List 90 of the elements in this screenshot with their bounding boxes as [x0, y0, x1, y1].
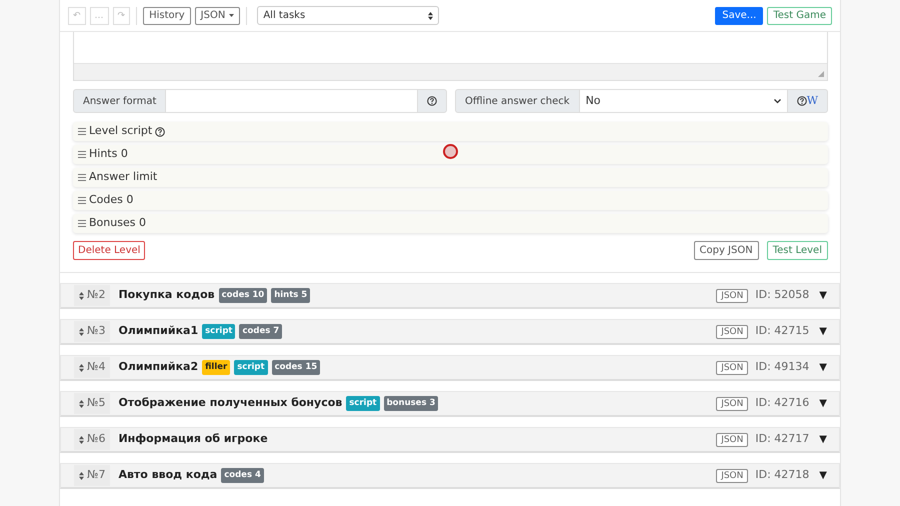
level-number-text: №5 [87, 395, 106, 412]
level-title: Авто ввод кода [118, 467, 218, 484]
delete-level-button[interactable]: Delete Level [73, 241, 146, 260]
level-row[interactable]: №7 Авто ввод кода codes 4 JSON ID: 42718 ▼ [60, 463, 840, 489]
copy-json-button[interactable]: Copy JSON [694, 241, 759, 260]
level-id: ID: 49134 [755, 359, 810, 376]
level-number-text: №6 [87, 431, 106, 448]
expand-toggle[interactable]: ▼ [819, 360, 827, 375]
tag: codes 15 [272, 360, 320, 375]
drag-handle-icon [78, 151, 86, 158]
tag: script [234, 360, 268, 375]
level-id: ID: 42715 [755, 323, 810, 340]
expand-toggle[interactable]: ▼ [819, 468, 827, 483]
level-row[interactable]: №6 Информация об игроке JSON ID: 42717 ▼ [60, 427, 840, 453]
level-title: Покупка кодов [118, 287, 215, 304]
section-header[interactable]: Codes 0 [73, 191, 828, 210]
sort-icon [79, 364, 84, 372]
section-header[interactable]: Bonuses 0 [73, 214, 828, 233]
level-number-text: №3 [87, 323, 106, 340]
json-button[interactable]: JSON [716, 324, 748, 338]
field-label: Offline answer check [455, 89, 580, 113]
tag: bonuses 3 [384, 396, 438, 411]
resize-handle-icon [818, 71, 824, 77]
select-value: All tasks [263, 9, 306, 23]
drag-handle-icon [78, 197, 86, 204]
level-title: Информация об игроке [118, 431, 268, 448]
tag: filler [202, 360, 230, 375]
json-button[interactable]: JSON [716, 468, 748, 482]
section-label: Hints 0 [89, 146, 128, 162]
save-button[interactable]: Save... [715, 6, 764, 24]
help-icon [155, 126, 166, 136]
json-button[interactable]: JSON [716, 288, 748, 302]
level-number-text: №7 [87, 467, 106, 484]
sort-icon [79, 472, 84, 480]
tag: codes 4 [221, 468, 264, 483]
expand-toggle[interactable]: ▼ [819, 324, 827, 339]
help-icon [427, 96, 437, 106]
section-label: Answer limit [89, 169, 158, 186]
level-id: ID: 42718 [755, 467, 810, 484]
select-value: No [586, 92, 601, 109]
level-number-text: №2 [87, 287, 106, 304]
chevron-icon [774, 98, 781, 104]
json-menu-button[interactable]: JSON [194, 6, 240, 24]
json-button[interactable]: JSON [716, 396, 748, 410]
task-filter-select[interactable]: All tasks [257, 6, 440, 25]
level-row[interactable]: №2 Покупка кодов codes 10 hints 5 JSON ID: 52058 ▼ [60, 283, 840, 309]
section-label: Codes 0 [89, 192, 134, 208]
expand-toggle[interactable]: ▼ [819, 288, 827, 303]
drag-handle-icon [78, 128, 86, 135]
expand-toggle[interactable]: ▼ [819, 396, 827, 411]
level-row[interactable]: №4 Олимпийка2 filler script codes 15 JSON ID: 49134 ▼ [60, 355, 840, 381]
expand-toggle[interactable]: ▼ [819, 432, 827, 447]
level-row[interactable]: №5 Отображение полученных бонусов script bonuses 3 JSON ID: 42716 ▼ [60, 391, 840, 417]
sort-icon [79, 436, 84, 444]
level-title: Олимпийка2 [118, 359, 198, 376]
sort-icon [79, 328, 84, 336]
drag-handle-icon [78, 220, 86, 227]
textarea-field[interactable] [73, 32, 828, 81]
tag: hints 5 [271, 288, 310, 303]
json-button[interactable]: JSON [716, 360, 748, 374]
section-header[interactable]: Answer limit [73, 168, 828, 187]
tag: script [202, 324, 236, 339]
level-number-text: №4 [87, 359, 106, 376]
caret-icon [229, 14, 234, 17]
drag-handle-icon [78, 174, 86, 181]
level-id: ID: 42716 [755, 395, 810, 412]
tag: script [346, 396, 380, 411]
section-header[interactable]: Level script [73, 122, 828, 141]
test-level-button[interactable]: Test Level [766, 241, 828, 260]
level-id: ID: 42717 [755, 431, 810, 448]
answer-format-field[interactable] [166, 89, 417, 113]
help-icon [796, 96, 807, 106]
section-label: Bonuses 0 [89, 215, 146, 232]
level-id: ID: 52058 [755, 287, 810, 304]
tag: codes 7 [239, 324, 282, 339]
sort-icon [79, 292, 84, 300]
history-button[interactable]: History [143, 6, 191, 24]
offline-check-select[interactable]: No [580, 89, 787, 113]
json-button[interactable]: JSON [716, 432, 748, 446]
section-header[interactable]: Hints 0 [73, 145, 828, 164]
tag: codes 10 [218, 288, 268, 303]
level-row[interactable]: №3 Олимпийка1 script codes 7 JSON ID: 42715 ▼ [60, 319, 840, 345]
wiki-link[interactable]: W [806, 92, 818, 110]
level-title: Олимпийка1 [118, 323, 198, 340]
section-label: Level script [89, 123, 152, 140]
field-label: Answer format [73, 89, 166, 113]
sort-icon [428, 12, 434, 20]
level-title: Отображение полученных бонусов [118, 395, 342, 412]
sort-icon [79, 400, 84, 408]
test-game-button[interactable]: Test Game [767, 6, 832, 24]
